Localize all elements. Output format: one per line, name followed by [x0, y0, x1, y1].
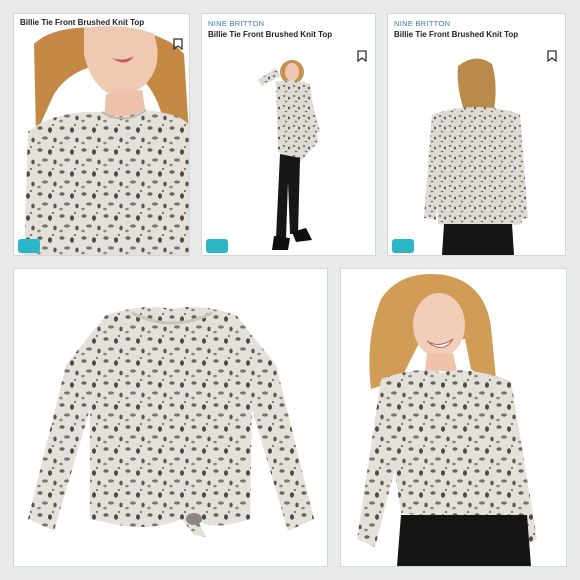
model-wearing-top-image	[341, 269, 566, 566]
product-photo-closeup	[14, 14, 189, 255]
bookmark-icon[interactable]	[173, 38, 183, 50]
product-title[interactable]: Billie Tie Front Brushed Knit Top	[394, 30, 518, 39]
assistant-badge-icon[interactable]	[18, 239, 40, 253]
brand-label: NINE BRITTON	[208, 19, 265, 28]
product-title[interactable]: Billie Tie Front Brushed Knit Top	[208, 30, 332, 39]
flat-lay-photo	[14, 269, 327, 566]
product-card-front[interactable]: NINE BRITTON Billie Tie Front Brushed Kn…	[202, 14, 375, 255]
brand-label: NINE BRITTON	[394, 19, 451, 28]
assistant-badge-icon[interactable]	[392, 239, 414, 253]
assistant-badge-icon[interactable]	[206, 239, 228, 253]
product-photo-back	[388, 14, 565, 255]
product-photo-front	[202, 14, 375, 255]
model-photo	[341, 269, 566, 566]
bookmark-icon[interactable]	[357, 50, 367, 62]
flat-lay-top-image	[14, 269, 327, 566]
product-card-closeup[interactable]: Billie Tie Front Brushed Knit Top	[14, 14, 189, 255]
product-title[interactable]: Billie Tie Front Brushed Knit Top	[20, 18, 144, 27]
product-card-back[interactable]: NINE BRITTON Billie Tie Front Brushed Kn…	[388, 14, 565, 255]
bookmark-icon[interactable]	[547, 50, 557, 62]
